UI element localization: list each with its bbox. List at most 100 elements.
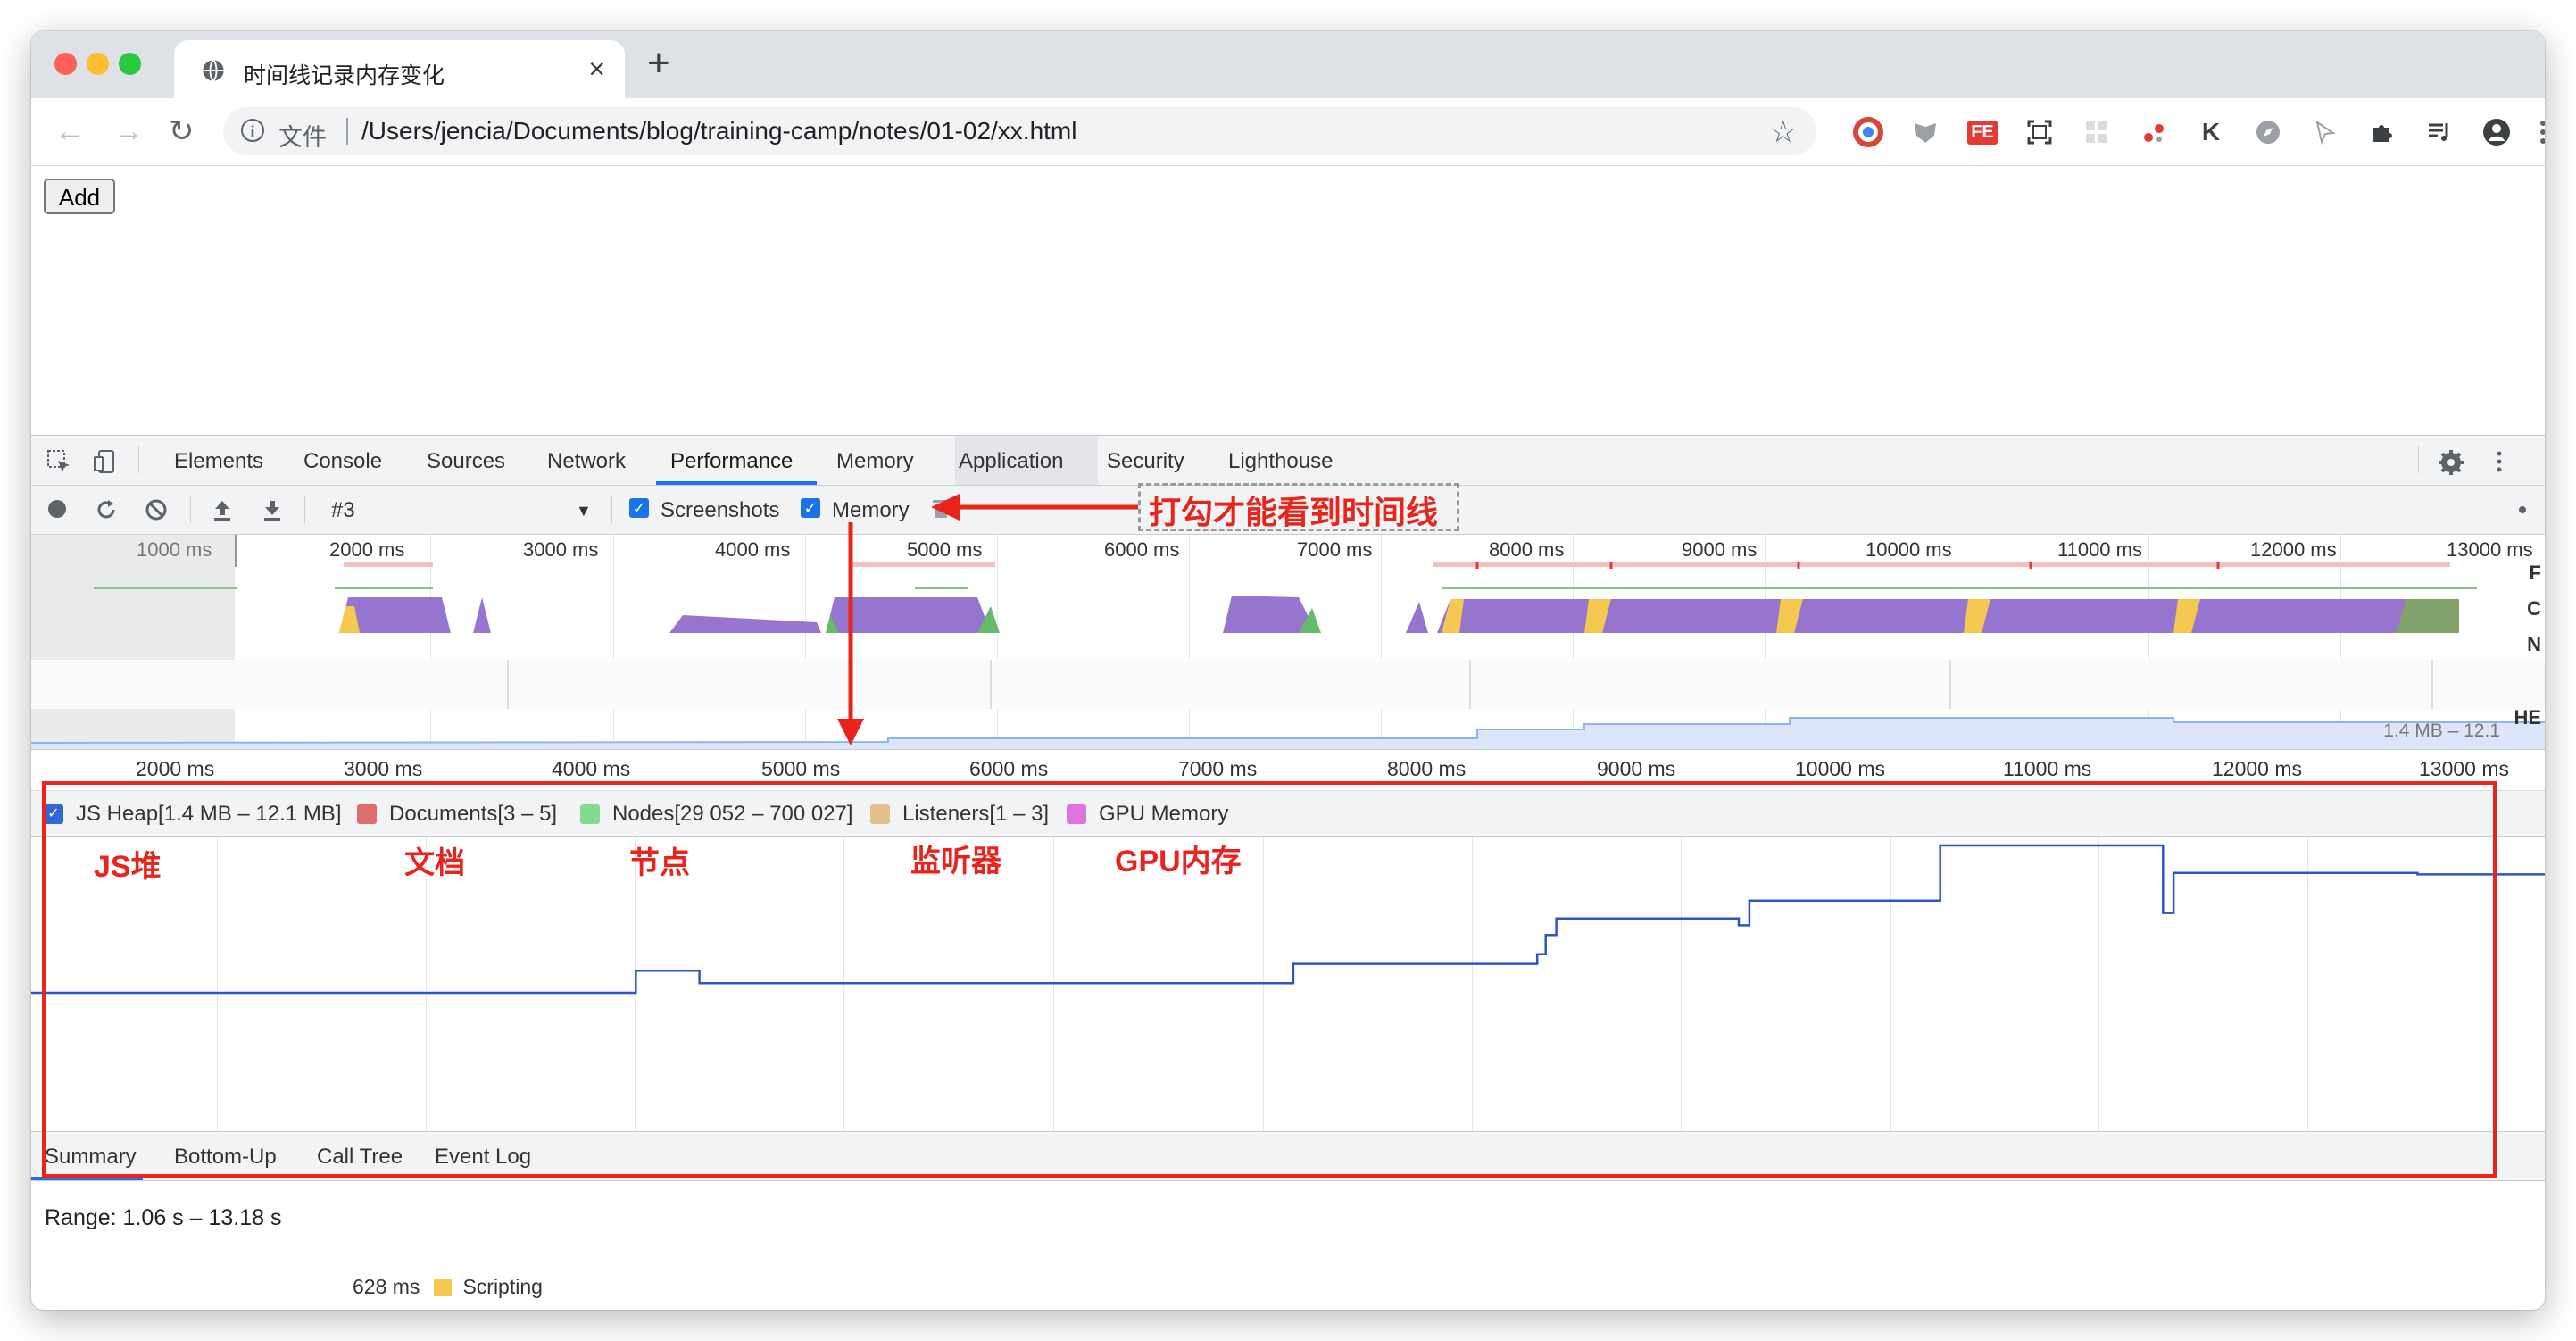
close-window-button[interactable] bbox=[54, 53, 77, 75]
tab-application[interactable]: Application bbox=[959, 449, 1063, 474]
inspect-element-icon[interactable] bbox=[46, 448, 72, 475]
reload-record-icon[interactable] bbox=[94, 497, 119, 522]
profile-icon[interactable] bbox=[2480, 116, 2513, 148]
legend-nodes[interactable]: Nodes[29 052 – 700 027] bbox=[580, 802, 853, 827]
listeners-checkbox[interactable] bbox=[870, 804, 890, 824]
capture-settings-icon[interactable] bbox=[2518, 497, 2527, 522]
browser-tab[interactable]: 时间线记录内存变化 × bbox=[174, 40, 625, 98]
forward-button[interactable]: → bbox=[113, 114, 144, 148]
tab-performance[interactable]: Performance bbox=[670, 449, 793, 474]
timeline-overview[interactable]: 1000 ms 2000 ms 3000 ms 4000 ms 5000 ms … bbox=[31, 535, 2545, 750]
bookmark-star-icon[interactable]: ☆ bbox=[1770, 114, 1797, 150]
compass-icon[interactable] bbox=[2252, 116, 2284, 148]
url-text[interactable]: /Users/jencia/Documents/blog/training-ca… bbox=[361, 117, 1076, 146]
close-tab-icon[interactable]: × bbox=[588, 53, 605, 86]
devtools-more-icon[interactable] bbox=[2495, 448, 2504, 475]
memory-checkbox[interactable]: ✓ bbox=[801, 498, 820, 518]
chrome-icon[interactable] bbox=[1852, 116, 1884, 148]
memory-chart[interactable]: JS堆 文档 节点 监听器 GPU内存 bbox=[31, 837, 2545, 1132]
js-heap-checkbox[interactable]: ✓ bbox=[44, 804, 63, 824]
tab-lighthouse[interactable]: Lighthouse bbox=[1228, 449, 1333, 474]
tab-security[interactable]: Security bbox=[1107, 449, 1184, 474]
upload-icon[interactable] bbox=[210, 497, 235, 522]
playlist-icon[interactable] bbox=[2423, 116, 2456, 148]
fps-segment bbox=[1433, 562, 2450, 567]
gpu-memory-checkbox[interactable] bbox=[1067, 804, 1086, 824]
screenshots-checkbox[interactable]: ✓ bbox=[629, 498, 649, 518]
fps-segment bbox=[344, 562, 433, 567]
browser-window: 时间线记录内存变化 × + ← → ↻ i 文件 /Users/jencia/D… bbox=[31, 31, 2545, 1310]
record-icon[interactable] bbox=[46, 497, 69, 521]
tab-bottom-up[interactable]: Bottom-Up bbox=[174, 1145, 277, 1170]
cursor-icon[interactable] bbox=[2309, 116, 2341, 148]
cpu-scripting-area bbox=[826, 597, 991, 633]
nodes-checkbox[interactable] bbox=[580, 804, 600, 824]
summary-tab-underline bbox=[31, 1177, 143, 1180]
globe-icon bbox=[203, 59, 224, 82]
active-tab-underline bbox=[656, 481, 817, 485]
annotation-documents: 文档 bbox=[404, 846, 465, 880]
perf-divider-2 bbox=[304, 496, 305, 523]
legend-listeners[interactable]: Listeners[1 – 3] bbox=[870, 802, 1049, 827]
k-icon[interactable]: K bbox=[2195, 116, 2227, 148]
ruler-tick: 2000 ms bbox=[136, 757, 215, 780]
settings-gear-icon[interactable] bbox=[2437, 448, 2465, 477]
info-icon[interactable]: i bbox=[241, 119, 264, 142]
ruler-tick: 12000 ms bbox=[2212, 757, 2303, 780]
overview-heap-range: 1.4 MB – 12.1 bbox=[2383, 720, 2500, 741]
back-button[interactable]: ← bbox=[54, 114, 85, 148]
download-icon[interactable] bbox=[260, 497, 285, 522]
tab-call-tree[interactable]: Call Tree bbox=[317, 1145, 403, 1170]
capture-icon[interactable] bbox=[2023, 116, 2056, 148]
puzzle-icon[interactable] bbox=[2366, 116, 2398, 148]
legend-js-heap[interactable]: ✓ JS Heap[1.4 MB – 12.1 MB] bbox=[44, 802, 341, 827]
annotation-nodes: 节点 bbox=[629, 846, 690, 880]
address-bar[interactable]: i 文件 /Users/jencia/Documents/blog/traini… bbox=[223, 107, 1816, 155]
tab-summary[interactable]: Summary bbox=[45, 1145, 137, 1170]
page-viewport: Add bbox=[31, 166, 2545, 434]
cpu-scripting-area bbox=[1406, 602, 1428, 633]
annotation-memory-hint: 打勾才能看到时间线 bbox=[1149, 494, 1439, 530]
tab-sources[interactable]: Sources bbox=[427, 449, 505, 474]
cpu-scripting-area bbox=[473, 597, 491, 633]
tab-event-log[interactable]: Event Log bbox=[435, 1145, 531, 1170]
tab-console[interactable]: Console bbox=[303, 449, 382, 474]
mask-icon[interactable] bbox=[1909, 116, 1941, 148]
device-toolbar-icon[interactable] bbox=[92, 448, 119, 475]
legend-gpu-memory[interactable]: GPU Memory bbox=[1067, 802, 1228, 827]
legend-label: Nodes[29 052 – 700 027] bbox=[612, 802, 853, 826]
memory-label: Memory bbox=[832, 498, 910, 522]
chevron-down-icon[interactable]: ▼ bbox=[576, 502, 592, 521]
documents-checkbox[interactable] bbox=[357, 804, 377, 824]
annotation-gpu: GPU内存 bbox=[1115, 845, 1242, 879]
overview-row-letter: F bbox=[2529, 562, 2541, 584]
ruler-tick: 8000 ms bbox=[1387, 757, 1467, 780]
trash-icon[interactable] bbox=[931, 497, 951, 521]
reload-button[interactable]: ↻ bbox=[169, 114, 195, 148]
clear-icon[interactable] bbox=[144, 497, 169, 522]
fe-icon[interactable]: FE bbox=[1966, 116, 1998, 148]
profile-select[interactable]: #3 bbox=[331, 498, 355, 523]
tab-elements[interactable]: Elements bbox=[174, 449, 263, 474]
cpu-scripting-area bbox=[669, 615, 821, 633]
legend-documents[interactable]: Documents[3 – 5] bbox=[357, 802, 557, 827]
tab-title: 时间线记录内存变化 bbox=[244, 63, 445, 88]
screenshots-strip bbox=[31, 660, 2545, 709]
menu-icon[interactable] bbox=[2527, 116, 2545, 148]
tab-network[interactable]: Network bbox=[547, 449, 626, 474]
legend-label: JS Heap[1.4 MB – 12.1 MB] bbox=[76, 802, 342, 826]
devtools-divider bbox=[138, 446, 139, 473]
ruler-tick: 11000 ms bbox=[2003, 757, 2092, 780]
legend-label: Documents[3 – 5] bbox=[389, 802, 558, 826]
add-button[interactable]: Add bbox=[44, 179, 115, 214]
devtools-divider-right bbox=[2418, 446, 2419, 473]
tab-memory[interactable]: Memory bbox=[836, 449, 914, 474]
dots-icon[interactable] bbox=[2138, 116, 2170, 148]
minimize-window-button[interactable] bbox=[87, 53, 109, 75]
overview-row-letter: C bbox=[2527, 597, 2541, 620]
ruler-tick: 9000 ms bbox=[1597, 757, 1676, 780]
new-tab-button[interactable]: + bbox=[647, 44, 670, 83]
grid-icon[interactable] bbox=[2081, 116, 2113, 148]
maximize-window-button[interactable] bbox=[119, 53, 141, 75]
ruler-tick: 7000 ms bbox=[1178, 757, 1258, 780]
